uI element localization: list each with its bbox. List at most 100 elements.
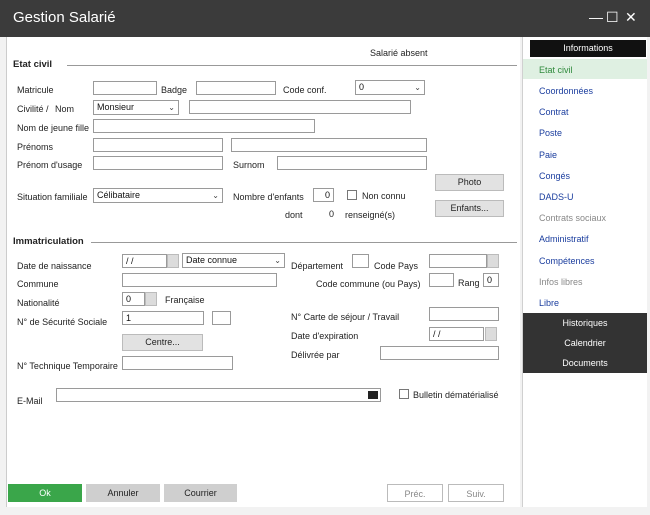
section-title-immatriculation: Immatriculation (13, 236, 84, 247)
suiv-button[interactable]: Suiv. (448, 484, 504, 502)
centre-button[interactable]: Centre... (122, 334, 203, 351)
sidebar-item-conges[interactable]: Congés (539, 171, 570, 181)
code-pays-input[interactable] (429, 254, 487, 268)
secu-key-input[interactable] (212, 311, 231, 325)
email-label: E-Mail (17, 396, 43, 406)
envelope-icon[interactable] (368, 391, 378, 399)
calendar-icon[interactable] (485, 327, 497, 341)
nb-enfants-label: Nombre d'enfants (233, 192, 304, 202)
prenom-usage-label: Prénom d'usage (17, 160, 83, 170)
chevron-down-icon: ⌄ (168, 103, 175, 112)
nationalite-input[interactable]: 0 (122, 292, 145, 306)
prenoms-input-1[interactable] (93, 138, 223, 152)
date-expiration-input[interactable]: / / (429, 327, 484, 341)
nationalite-name: Française (165, 295, 205, 305)
date-expiration-label: Date d'expiration (291, 331, 359, 341)
dont-value: 0 (329, 209, 335, 219)
rang-input[interactable]: 0 (483, 273, 499, 287)
badge-input[interactable] (196, 81, 276, 95)
section-title-etat-civil: Etat civil (13, 59, 53, 70)
code-pays-label: Code Pays (374, 261, 419, 271)
carte-sejour-input[interactable] (429, 307, 499, 321)
commune-label: Commune (17, 279, 59, 289)
prenom-usage-input[interactable] (93, 156, 223, 170)
chevron-down-icon: ⌄ (414, 83, 421, 92)
code-conf-select[interactable]: 0 ⌄ (355, 80, 425, 95)
sidebar: Informations Etat civil Coordonnées Cont… (522, 37, 647, 507)
bulletin-label: Bulletin dématérialisé (413, 390, 499, 400)
code-conf-label: Code conf. (283, 85, 327, 95)
enfants-button[interactable]: Enfants... (435, 200, 504, 217)
situation-value: Célibataire (97, 190, 141, 200)
non-connu-label: Non connu (362, 191, 406, 201)
sidebar-footer-historiques[interactable]: Historiques (523, 313, 647, 333)
situation-select[interactable]: Célibataire ⌄ (93, 188, 223, 203)
sidebar-item-contrats-sociaux[interactable]: Contrats sociaux (539, 213, 606, 223)
form-panel: Salarié absent Etat civil Matricule Badg… (6, 37, 520, 507)
matricule-input[interactable] (93, 81, 157, 95)
photo-button[interactable]: Photo (435, 174, 504, 191)
prenoms-input-2[interactable] (231, 138, 427, 152)
nationalite-label: Nationalité (17, 298, 60, 308)
sidebar-item-dads-u[interactable]: DADS-U (539, 192, 574, 202)
surnom-input[interactable] (277, 156, 427, 170)
sidebar-item-competences[interactable]: Compétences (539, 256, 595, 266)
nom-input[interactable] (189, 100, 411, 114)
sidebar-item-libre[interactable]: Libre (539, 298, 559, 308)
departement-input[interactable] (352, 254, 369, 268)
sidebar-item-contrat[interactable]: Contrat (539, 107, 569, 117)
nom-jeune-fille-label: Nom de jeune fille (17, 123, 90, 133)
lookup-icon[interactable] (487, 254, 499, 268)
code-commune-label: Code commune (ou Pays) (316, 279, 421, 289)
sidebar-item-administratif[interactable]: Administratif (539, 234, 589, 244)
section-divider (67, 65, 517, 66)
technique-input[interactable] (122, 356, 233, 370)
title-bar: Gestion Salarié — ☐ ✕ (0, 0, 650, 37)
sidebar-item-paie[interactable]: Paie (539, 150, 557, 160)
sidebar-item-etat-civil[interactable]: Etat civil (539, 65, 573, 75)
maximize-icon[interactable]: ☐ (606, 9, 619, 25)
sidebar-header: Informations (530, 40, 646, 57)
sidebar-footer-calendrier[interactable]: Calendrier (523, 333, 647, 353)
date-naissance-input[interactable]: / / (122, 254, 167, 268)
civilite-value: Monsieur (97, 102, 135, 112)
delivree-input[interactable] (380, 346, 499, 360)
renseignes-label: renseigné(s) (345, 210, 396, 220)
non-connu-checkbox[interactable] (347, 190, 357, 200)
date-connue-select[interactable]: Date connue ⌄ (182, 253, 285, 268)
sidebar-item-infos-libres[interactable]: Infos libres (539, 277, 583, 287)
annuler-button[interactable]: Annuler (86, 484, 160, 502)
section-divider (91, 242, 517, 243)
lookup-icon[interactable] (145, 292, 157, 306)
commune-input[interactable] (122, 273, 277, 287)
prenoms-label: Prénoms (17, 142, 54, 152)
dont-label: dont (285, 210, 303, 220)
chevron-down-icon: ⌄ (212, 191, 219, 200)
prec-button[interactable]: Préc. (387, 484, 443, 502)
nom-jeune-fille-input[interactable] (93, 119, 315, 133)
bottom-bar: Ok Annuler Courrier Préc. Suiv. (6, 484, 519, 507)
minimize-icon[interactable]: — (589, 9, 603, 25)
sidebar-item-poste[interactable]: Poste (539, 128, 562, 138)
courrier-button[interactable]: Courrier (164, 484, 237, 502)
email-input[interactable] (56, 388, 381, 402)
date-naissance-label: Date de naissance (17, 261, 92, 271)
code-commune-input[interactable] (429, 273, 454, 287)
rang-label: Rang (458, 278, 480, 288)
carte-sejour-label: N° Carte de séjour / Travail (291, 312, 400, 322)
nb-enfants-input[interactable]: 0 (313, 188, 334, 202)
calendar-icon[interactable] (167, 254, 179, 268)
surnom-label: Surnom (233, 160, 265, 170)
ok-button[interactable]: Ok (8, 484, 82, 502)
sidebar-footer-documents[interactable]: Documents (523, 353, 647, 373)
civilite-label: Civilité / (17, 104, 49, 114)
chevron-down-icon: ⌄ (274, 256, 281, 265)
sidebar-item-coordonnees[interactable]: Coordonnées (539, 86, 593, 96)
close-icon[interactable]: ✕ (625, 9, 637, 25)
bulletin-checkbox[interactable] (399, 389, 409, 399)
technique-label: N° Technique Temporaire (17, 361, 118, 371)
code-conf-value: 0 (359, 82, 365, 92)
date-connue-value: Date connue (186, 255, 238, 265)
civilite-select[interactable]: Monsieur ⌄ (93, 100, 179, 115)
secu-input[interactable]: 1 (122, 311, 204, 325)
